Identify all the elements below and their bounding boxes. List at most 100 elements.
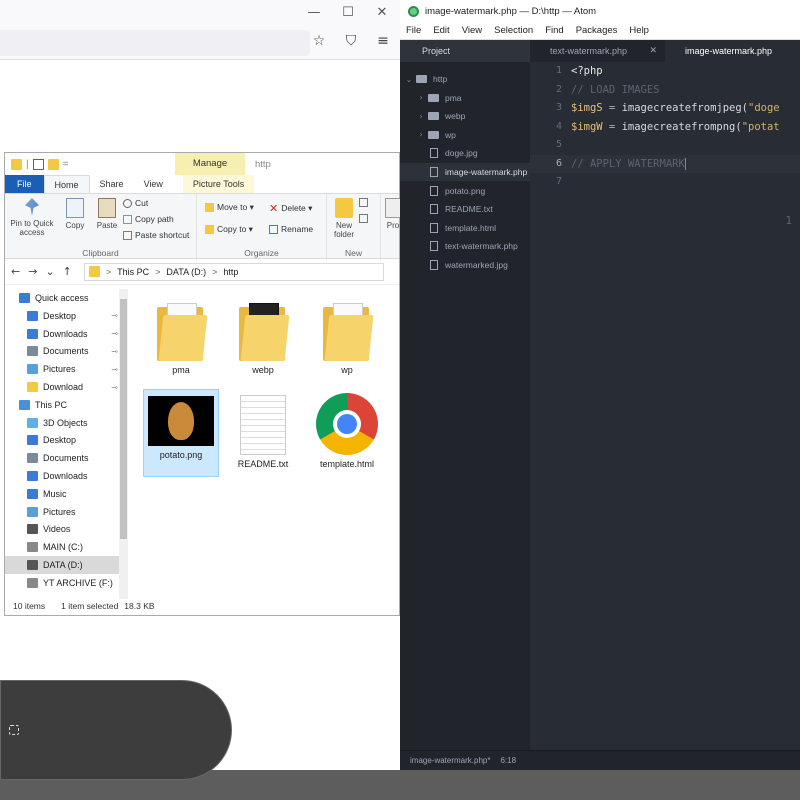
address-field[interactable]: > This PC > DATA (D:) > http xyxy=(83,262,384,281)
tree-item[interactable]: › pma xyxy=(400,89,530,107)
paste-button[interactable]: Paste xyxy=(93,198,121,230)
file-item-pma[interactable]: pma xyxy=(143,295,219,383)
new-item-button[interactable] xyxy=(359,198,368,207)
tab-text-watermark[interactable]: text-watermark.php ✕ xyxy=(530,40,665,62)
file-item-potato-png[interactable]: potato.png xyxy=(143,389,219,477)
file-item-webp[interactable]: webp xyxy=(225,295,301,383)
nav-item[interactable]: Music xyxy=(5,485,120,503)
tree-item[interactable]: › wp xyxy=(400,126,530,144)
nav-item[interactable]: MAIN (C:) xyxy=(5,538,120,556)
tab-home[interactable]: Home xyxy=(43,175,90,193)
menu-file[interactable]: File xyxy=(406,25,421,36)
nav-item[interactable]: YT ARCHIVE (F:) xyxy=(5,574,120,592)
tree-item[interactable]: doge.jpg xyxy=(400,144,530,162)
up-button[interactable]: ↑ xyxy=(63,265,72,278)
scrollbar-thumb[interactable] xyxy=(120,299,127,539)
file-item-readme-txt[interactable]: README.txt xyxy=(225,389,301,477)
nav-item[interactable]: Download ⊸ xyxy=(5,378,120,396)
menu-help[interactable]: Help xyxy=(629,25,649,36)
tab-file[interactable]: File xyxy=(5,175,44,193)
tab-image-watermark[interactable]: image-watermark.php xyxy=(665,40,800,62)
breadcrumb-http[interactable]: http xyxy=(223,267,238,277)
chevron-right-icon[interactable]: › xyxy=(416,130,426,139)
back-button[interactable]: ← xyxy=(11,265,20,278)
customize-icon[interactable]: = xyxy=(63,159,69,170)
menu-packages[interactable]: Packages xyxy=(576,25,618,36)
copy-path-button[interactable]: Copy path xyxy=(123,214,174,224)
menu-edit[interactable]: Edit xyxy=(433,25,449,36)
nav-item[interactable]: Desktop xyxy=(5,431,120,449)
nav-item[interactable]: Downloads ⊸ xyxy=(5,325,120,343)
tab-view[interactable]: View xyxy=(134,175,173,193)
menu-view[interactable]: View xyxy=(462,25,482,36)
nav-item[interactable]: DATA (D:) xyxy=(5,556,120,574)
forward-button[interactable]: → xyxy=(28,265,37,278)
tree-item[interactable]: image-watermark.php xyxy=(400,163,530,181)
chevron-right-icon[interactable]: › xyxy=(416,93,426,102)
nav-item[interactable]: Documents ⊸ xyxy=(5,342,120,360)
copy-button[interactable]: Copy xyxy=(61,198,89,230)
menu-icon[interactable]: ≡ xyxy=(374,33,392,49)
status-file-name[interactable]: image-watermark.php* xyxy=(410,756,490,765)
chevron-right-icon[interactable]: › xyxy=(416,112,426,121)
menu-selection[interactable]: Selection xyxy=(494,25,533,36)
nav-item[interactable]: Videos xyxy=(5,520,120,538)
tree-item[interactable]: watermarked.jpg xyxy=(400,256,530,274)
tree-item[interactable]: README.txt xyxy=(400,200,530,218)
code-line-5[interactable] xyxy=(570,136,800,155)
url-bar[interactable] xyxy=(0,30,310,56)
tree-item[interactable]: potato.png xyxy=(400,182,530,200)
nav-item[interactable]: Pictures xyxy=(5,503,120,521)
code-line-6[interactable]: // APPLY WATERMARK xyxy=(570,154,800,173)
tree-item[interactable]: text-watermark.php xyxy=(400,237,530,255)
move-to-button[interactable]: Move to ▾ xyxy=(205,202,254,213)
floating-control-panel[interactable] xyxy=(0,680,232,780)
code-line-1[interactable]: <?php xyxy=(570,62,800,81)
nav-item[interactable]: This PC xyxy=(5,396,120,414)
tab-share[interactable]: Share xyxy=(90,175,134,193)
code-line-7[interactable] xyxy=(570,173,800,192)
file-item-template-html[interactable]: template.html xyxy=(309,389,385,477)
tree-item[interactable]: template.html xyxy=(400,219,530,237)
cut-button[interactable]: Cut xyxy=(123,198,148,208)
menu-find[interactable]: Find xyxy=(545,25,563,36)
file-item-wp[interactable]: wp xyxy=(309,295,385,383)
chevron-down-icon[interactable]: ⌄ xyxy=(404,75,414,84)
paste-shortcut-button[interactable]: Paste shortcut xyxy=(123,230,189,240)
nav-item[interactable]: Desktop ⊸ xyxy=(5,307,120,325)
pocket-icon[interactable]: ⛉ xyxy=(342,33,360,49)
rename-button[interactable]: Rename xyxy=(269,224,313,234)
tree-item[interactable]: › webp xyxy=(400,107,530,125)
new-folder-icon[interactable] xyxy=(47,158,59,170)
nav-item[interactable]: 3D Objects xyxy=(5,414,120,432)
code-line-4[interactable]: $imgW = imagecreatefrompng("potat xyxy=(570,118,800,137)
maximize-icon[interactable]: ☐ xyxy=(336,4,360,22)
pin-quick-access-button[interactable]: Pin to Quick access xyxy=(7,198,57,237)
breadcrumb-this-pc[interactable]: This PC xyxy=(117,267,149,277)
tab-manage[interactable]: Manage xyxy=(175,153,245,175)
nav-item[interactable]: Quick access xyxy=(5,289,120,307)
delete-button[interactable]: ✕ Delete ▾ xyxy=(269,202,312,215)
code-line-3[interactable]: $imgS = imagecreatefromjpeg("doge xyxy=(570,99,800,118)
star-icon[interactable]: ☆ xyxy=(310,33,328,49)
nav-item[interactable]: Documents xyxy=(5,449,120,467)
tree-item[interactable]: ⌄ http xyxy=(400,70,530,88)
nav-item[interactable]: Downloads xyxy=(5,467,120,485)
properties-icon[interactable] xyxy=(32,158,44,170)
minimize-icon[interactable]: — xyxy=(302,4,326,22)
close-tab-icon[interactable]: ✕ xyxy=(649,40,657,62)
navigation-scrollbar[interactable] xyxy=(119,289,128,599)
close-icon[interactable]: ✕ xyxy=(370,4,394,22)
code-editor[interactable]: 1 2 3 4 5 6 7 <?php // LOAD IMAGES $imgS = ima… xyxy=(530,62,800,742)
code-lines[interactable]: <?php // LOAD IMAGES $imgS = imagecreate… xyxy=(570,62,800,192)
status-cursor-position[interactable]: 6:18 xyxy=(500,756,516,765)
screen-capture-icon[interactable] xyxy=(9,725,19,735)
new-folder-button[interactable]: New folder xyxy=(331,198,357,239)
code-line-2[interactable]: // LOAD IMAGES xyxy=(570,81,800,100)
easy-access-button[interactable] xyxy=(359,214,368,223)
tab-picture-tools[interactable]: Picture Tools xyxy=(182,175,255,193)
recent-locations-button[interactable]: ⌄ xyxy=(45,265,54,278)
properties-button[interactable]: Pro xyxy=(385,198,401,230)
breadcrumb-data-drive[interactable]: DATA (D:) xyxy=(166,267,206,277)
copy-to-button[interactable]: Copy to ▾ xyxy=(205,224,253,235)
